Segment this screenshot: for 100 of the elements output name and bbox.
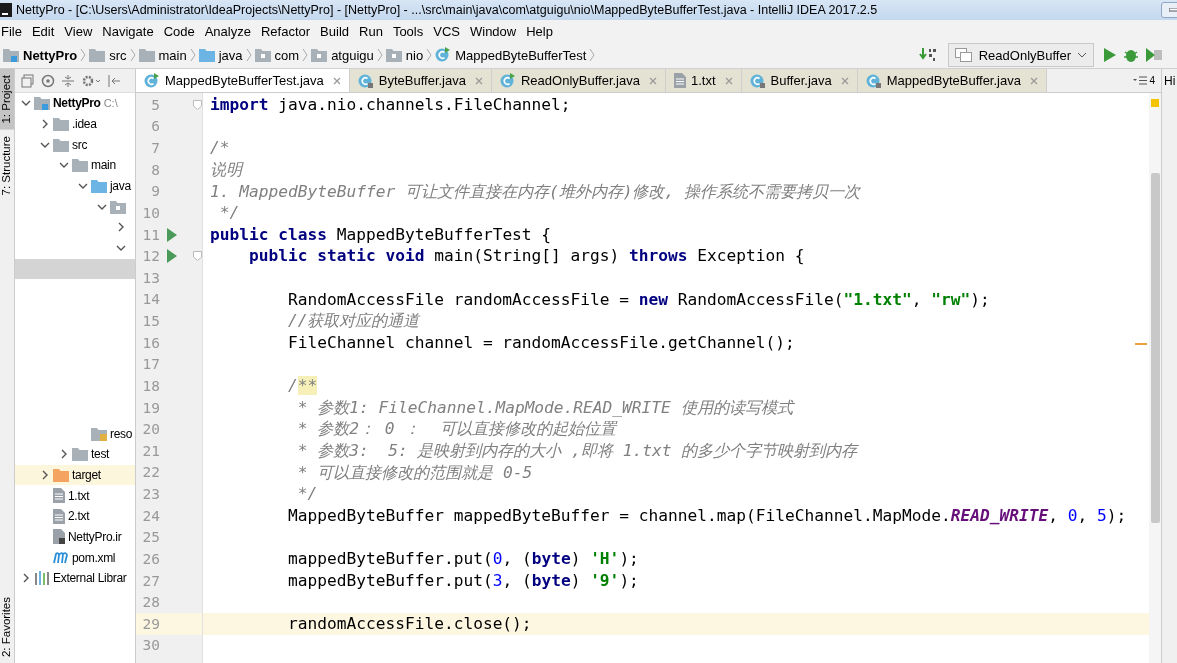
code-line: mappedByteBuffer.put(0, (byte) 'H'); xyxy=(286,549,639,569)
menu-item[interactable]: Tools xyxy=(387,23,429,39)
tree-row[interactable]: java xyxy=(15,175,135,197)
maven-icon xyxy=(53,551,69,564)
tree-row[interactable]: 1.txt xyxy=(15,485,135,506)
breadcrumb[interactable]: MappedByteBufferTest xyxy=(432,47,590,63)
target-icon[interactable] xyxy=(41,73,55,88)
line-number: 27 xyxy=(141,572,160,589)
tree-item-label: test xyxy=(91,447,110,462)
tool-window-tab[interactable]: 7: Structure xyxy=(0,129,14,202)
folder-icon xyxy=(34,96,50,111)
editor-tab[interactable]: Buffer.java xyxy=(741,69,858,92)
tree-row[interactable]: target xyxy=(15,464,135,486)
chevron-right-icon xyxy=(376,48,383,62)
bug-icon[interactable] xyxy=(1123,47,1139,63)
menu-item[interactable]: Help xyxy=(521,23,558,39)
menu-item[interactable]: Navigate xyxy=(97,23,159,39)
chevron-right-icon[interactable] xyxy=(40,469,50,480)
menu-item[interactable]: Refactor xyxy=(255,23,316,39)
tree-row[interactable]: test xyxy=(15,443,135,465)
hide-panel-icon[interactable] xyxy=(107,73,121,88)
line-number: 20 xyxy=(141,421,160,438)
editor-tab[interactable]: MappedByteBuffer.java xyxy=(857,69,1047,92)
build-icon[interactable] xyxy=(918,47,939,63)
tree-row[interactable]: src xyxy=(15,134,135,156)
tree-item-label: reso xyxy=(110,426,133,441)
run-icon[interactable] xyxy=(167,227,177,242)
menu-item[interactable]: VCS xyxy=(428,23,465,39)
fold-icon[interactable] xyxy=(193,251,202,262)
menu-item[interactable]: Window xyxy=(464,23,522,39)
close-icon[interactable] xyxy=(332,76,341,85)
menu-item[interactable]: File xyxy=(0,23,27,39)
editor-tab[interactable]: 1.txt xyxy=(665,69,742,92)
tree-row[interactable]: reso xyxy=(15,423,135,444)
close-icon[interactable] xyxy=(724,76,733,85)
editor-tab[interactable]: ReadOnlyBuffer.java xyxy=(491,69,666,92)
menu-item[interactable]: Analyze xyxy=(199,23,256,39)
run-icon[interactable] xyxy=(167,249,177,264)
code-line: import java.nio.channels.FileChannel; xyxy=(210,95,571,114)
class-icon xyxy=(144,72,160,89)
breadcrumb[interactable]: main xyxy=(135,47,190,63)
breadcrumb[interactable]: java xyxy=(195,47,246,63)
menu-item[interactable]: Build xyxy=(315,23,354,39)
folder-icon xyxy=(254,48,271,62)
breadcrumb[interactable]: atguigu xyxy=(308,47,377,63)
chevron-right-icon[interactable] xyxy=(21,573,31,584)
settings-icon[interactable] xyxy=(81,73,101,88)
close-icon[interactable] xyxy=(840,76,849,85)
tree-row[interactable]: pom.xml xyxy=(15,547,135,568)
tab-list-button[interactable]: 4 xyxy=(1133,69,1161,92)
expand-collapse-icon[interactable] xyxy=(61,73,75,88)
close-icon[interactable] xyxy=(648,76,657,85)
code-line: * 参数1: FileChannel.MapMode.READ_WRITE 使用的读写模式 xyxy=(296,397,793,417)
close-icon[interactable] xyxy=(1029,76,1038,85)
document-icon xyxy=(53,529,65,545)
app-icon xyxy=(0,3,12,17)
tree-row[interactable]: main xyxy=(15,155,135,176)
line-number: 22 xyxy=(141,464,160,481)
tree-item-label: target xyxy=(72,467,101,482)
chevron-right-icon[interactable] xyxy=(40,119,50,130)
coverage-icon[interactable] xyxy=(1145,47,1163,63)
tool-window-tab[interactable]: 2: Favorites xyxy=(0,590,14,663)
tree-row[interactable]: External Librar xyxy=(15,568,135,589)
tree-row[interactable]: NettyPro C:\ xyxy=(15,93,135,114)
line-number: 17 xyxy=(141,356,160,373)
folder-icon xyxy=(385,48,402,62)
fold-icon[interactable] xyxy=(193,99,202,110)
tree-row[interactable]: .idea xyxy=(15,113,135,135)
tree-item-label: External Librar xyxy=(53,571,127,586)
tree-row[interactable]: 2.txt xyxy=(15,505,135,527)
scrollbar-thumb[interactable] xyxy=(1150,173,1160,523)
breadcrumb[interactable]: nio xyxy=(382,47,427,63)
editor-tab[interactable]: ByteBuffer.java xyxy=(349,69,492,92)
code-line: 说明 xyxy=(210,159,242,179)
run-configuration-dropdown[interactable]: ReadOnlyBuffer xyxy=(947,43,1094,67)
tree-item-label: pom.xml xyxy=(72,550,116,565)
tool-window-tab[interactable]: Hi xyxy=(1162,69,1177,88)
breadcrumb[interactable]: com xyxy=(251,47,303,63)
class-lock-icon xyxy=(749,72,766,89)
chevron-right-icon xyxy=(302,48,309,62)
close-icon[interactable] xyxy=(474,76,483,85)
menu-item[interactable]: Run xyxy=(354,23,388,39)
code-line: /* xyxy=(210,138,230,158)
line-number: 13 xyxy=(141,269,160,286)
menu-item[interactable]: Code xyxy=(158,23,200,39)
run-icon[interactable] xyxy=(1103,47,1117,63)
tool-window-tab[interactable]: 1: Project xyxy=(0,69,14,130)
chevron-right-icon[interactable] xyxy=(116,222,126,233)
breadcrumb[interactable]: src xyxy=(86,47,130,63)
menu-item[interactable]: View xyxy=(59,23,98,39)
code-line: * 可以直接修改的范围就是 0-5 xyxy=(296,462,533,482)
line-number: 11 xyxy=(141,226,160,243)
tree-row[interactable]: NettyPro.ir xyxy=(15,526,135,548)
chevron-right-icon[interactable] xyxy=(59,449,69,460)
editor-tab[interactable]: MappedByteBufferTest.java xyxy=(136,69,350,92)
collapse-icon[interactable] xyxy=(21,73,35,88)
class-icon xyxy=(499,72,516,89)
breadcrumb[interactable]: NettyPro xyxy=(0,47,81,63)
menu-item[interactable]: Edit xyxy=(26,23,60,39)
code-line: */ xyxy=(296,484,318,504)
